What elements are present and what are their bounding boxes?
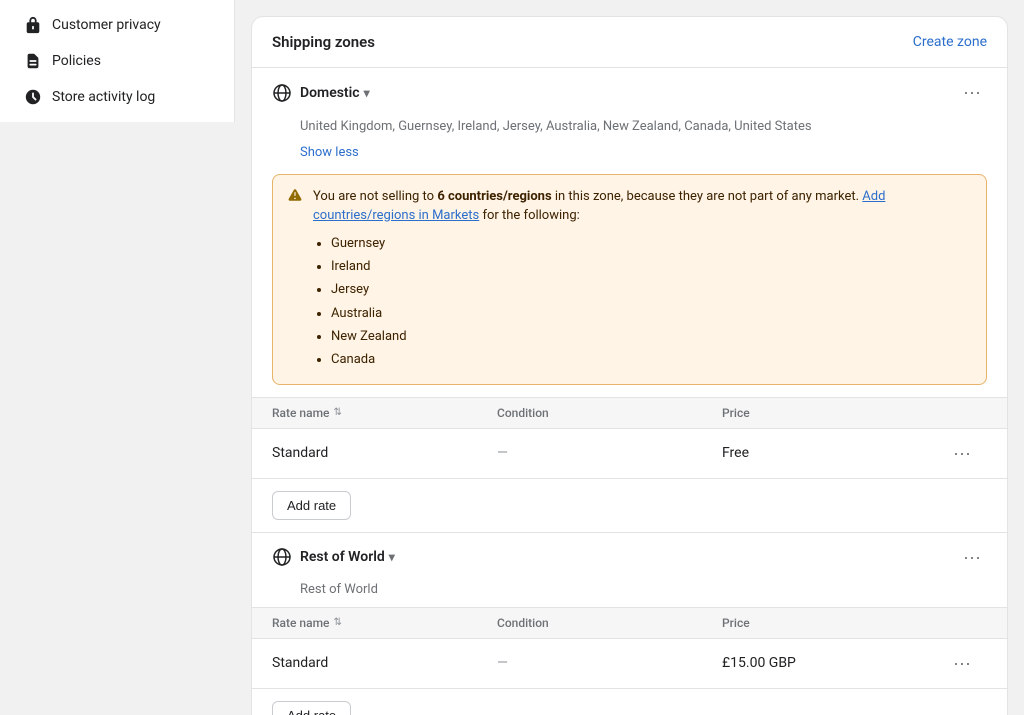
rate-row-menu-button[interactable]: ··· xyxy=(947,441,977,466)
condition-cell: — xyxy=(497,445,722,461)
warning-text: You are not selling to 6 countries/regio… xyxy=(313,187,972,372)
rate-name-header: Rate name ⇅ xyxy=(272,616,497,630)
warning-countries-list: Guernsey Ireland Jersey Australia New Ze… xyxy=(313,232,972,372)
list-item: Canada xyxy=(331,348,972,371)
domestic-add-rate-area: Add rate xyxy=(252,478,1007,532)
document-icon xyxy=(24,52,42,70)
table-row: Standard — Free ··· xyxy=(252,429,1007,478)
actions-header xyxy=(947,406,987,420)
sort-icon: ⇅ xyxy=(333,617,341,628)
sidebar-item-label: Policies xyxy=(52,53,101,69)
rate-table-header: Rate name ⇅ Condition Price xyxy=(252,608,1007,639)
create-zone-link[interactable]: Create zone xyxy=(913,34,987,50)
rate-name-cell: Standard xyxy=(272,655,497,671)
list-item: Guernsey xyxy=(331,232,972,255)
zone-row-left: Rest of World ▾ xyxy=(272,547,395,567)
globe-icon xyxy=(272,547,292,567)
zone-row-menu-button[interactable]: ··· xyxy=(957,545,987,570)
rate-table-header: Rate name ⇅ Condition Price xyxy=(252,398,1007,429)
rate-name-header: Rate name ⇅ xyxy=(272,406,497,420)
row-menu-cell: ··· xyxy=(947,651,987,676)
price-header: Price xyxy=(722,616,947,630)
main-content: Shipping zones Create zone Domestic ▾ xyxy=(235,0,1024,715)
list-item: Jersey xyxy=(331,278,972,301)
shipping-zones-header: Shipping zones Create zone xyxy=(252,17,1007,67)
sidebar-item-customer-privacy[interactable]: Customer privacy xyxy=(8,8,226,42)
condition-header: Condition xyxy=(497,406,722,420)
sidebar-item-label: Store activity log xyxy=(52,89,155,105)
show-less-link[interactable]: Show less xyxy=(252,145,1007,170)
row-add-rate-area: Add rate xyxy=(252,688,1007,715)
zone-domestic-header: Domestic ▾ ··· xyxy=(252,68,1007,117)
zone-rest-of-world: Rest of World ▾ ··· Rest of World Rate n… xyxy=(252,532,1007,715)
row-menu-cell: ··· xyxy=(947,441,987,466)
row-rate-table: Rate name ⇅ Condition Price Standard — £… xyxy=(252,607,1007,688)
shipping-zones-card: Shipping zones Create zone Domestic ▾ xyxy=(251,16,1008,715)
sidebar-item-label: Customer privacy xyxy=(52,17,161,33)
zone-domestic-left: Domestic ▾ xyxy=(272,83,370,103)
table-row: Standard — £15.00 GBP ··· xyxy=(252,639,1007,688)
domestic-rate-table: Rate name ⇅ Condition Price Standard — F… xyxy=(252,397,1007,478)
rate-row-menu-button[interactable]: ··· xyxy=(947,651,977,676)
lock-icon xyxy=(24,16,42,34)
add-countries-link[interactable]: Add countries/regions in Markets xyxy=(313,189,885,224)
zone-row-header: Rest of World ▾ ··· xyxy=(252,533,1007,582)
list-item: New Zealand xyxy=(331,325,972,348)
price-cell: £15.00 GBP xyxy=(722,655,947,671)
clock-icon xyxy=(24,88,42,106)
sidebar-item-store-activity-log[interactable]: Store activity log xyxy=(8,80,226,114)
actions-header xyxy=(947,616,987,630)
chevron-down-icon: ▾ xyxy=(364,86,370,100)
rate-name-cell: Standard xyxy=(272,445,497,461)
list-item: Australia xyxy=(331,302,972,325)
add-rate-button[interactable]: Add rate xyxy=(272,701,351,715)
sidebar-item-policies[interactable]: Policies xyxy=(8,44,226,78)
sort-icon: ⇅ xyxy=(333,407,341,418)
price-cell: Free xyxy=(722,445,947,461)
shipping-zones-title: Shipping zones xyxy=(272,33,375,51)
globe-icon xyxy=(272,83,292,103)
zone-domestic-countries: United Kingdom, Guernsey, Ireland, Jerse… xyxy=(252,117,1007,145)
condition-cell: — xyxy=(497,655,722,671)
zone-row-name[interactable]: Rest of World ▾ xyxy=(300,549,395,565)
zone-domestic-menu-button[interactable]: ··· xyxy=(957,80,987,105)
add-rate-button[interactable]: Add rate xyxy=(272,491,351,520)
zone-domestic-name[interactable]: Domestic ▾ xyxy=(300,85,370,101)
zone-domestic: Domestic ▾ ··· United Kingdom, Guernsey,… xyxy=(252,67,1007,532)
warning-box: You are not selling to 6 countries/regio… xyxy=(272,174,987,385)
list-item: Ireland xyxy=(331,255,972,278)
warning-icon xyxy=(287,188,303,372)
chevron-down-icon: ▾ xyxy=(389,550,395,564)
price-header: Price xyxy=(722,406,947,420)
condition-header: Condition xyxy=(497,616,722,630)
sidebar: Customer privacy Policies Store activity… xyxy=(0,0,235,715)
zone-row-subtitle: Rest of World xyxy=(252,582,1007,607)
